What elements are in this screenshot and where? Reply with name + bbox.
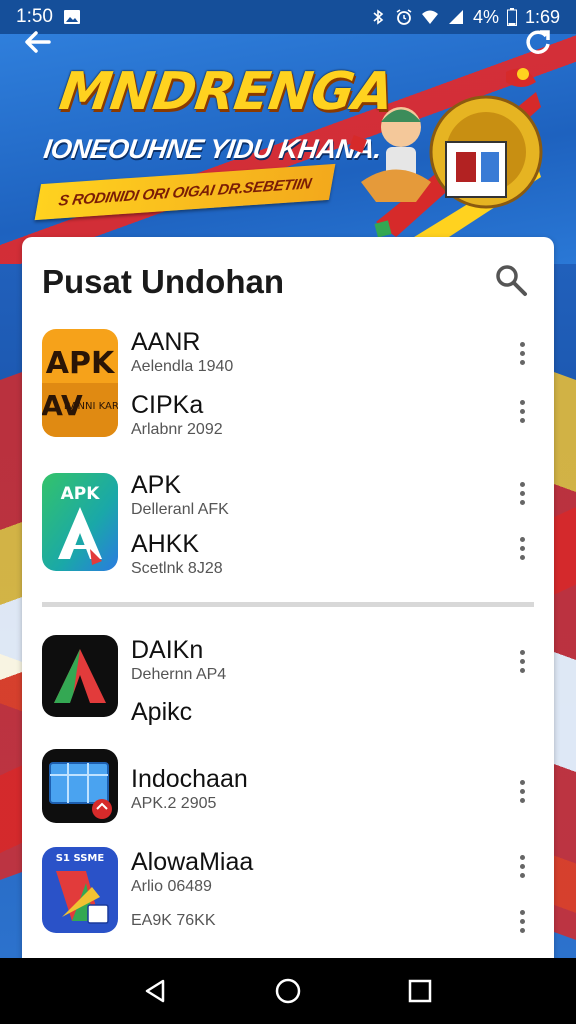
list-item[interactable]: AlowaMiaa Arlio 06489 — [131, 847, 253, 897]
nav-back-button[interactable] — [136, 971, 176, 1011]
entry-name: AlowaMiaa — [131, 848, 254, 876]
entry-name: Indochaan — [131, 765, 248, 793]
section-divider — [42, 602, 534, 607]
apk-green-icon: APK — [42, 473, 118, 571]
card-header: Pusat Undohan — [22, 237, 554, 325]
header-banner: MNDRENGA IONEOUHNE YIDU KHANA. S RODINID… — [0, 34, 576, 264]
nav-back-icon — [145, 979, 165, 1003]
back-arrow-icon — [25, 31, 51, 53]
app-icon-dark-a[interactable] — [42, 635, 118, 717]
apk-green-label: APK — [61, 484, 101, 504]
app-icon-colorful[interactable]: S1 SSME — [42, 847, 118, 933]
entry-name: AANR — [131, 328, 201, 356]
wifi-icon — [421, 10, 438, 24]
list-item[interactable]: CIPKa Arlabnr 2092 — [131, 390, 223, 440]
signal-icon — [448, 10, 463, 24]
entry-meta: Scetlnk 8J28 — [131, 560, 223, 577]
gallery-icon — [63, 10, 80, 24]
more-vert-icon[interactable] — [512, 777, 532, 805]
blue-window-icon — [42, 749, 118, 823]
entry-name: APK — [131, 471, 182, 499]
entry-meta: Arlio 06489 — [131, 878, 212, 895]
banner-ribbon: S RODINIDI ORI OIGAI DR.SEBETIIN — [34, 163, 336, 221]
entry-meta: Dehernn AP4 — [131, 666, 227, 683]
status-bar: 1:50 4% 1:69 — [0, 0, 576, 34]
page-title: Pusat Undohan — [42, 263, 285, 300]
dark-a-icon — [42, 635, 118, 717]
battery-icon — [506, 8, 517, 26]
app-icon-apk-orange[interactable]: APK AV BANNI KARAR — [42, 329, 118, 437]
entry-name: Apikc — [131, 698, 193, 726]
more-vert-icon[interactable] — [512, 339, 532, 367]
download-center-card: Pusat Undohan APK AV BANNI KARAR .card .… — [22, 237, 554, 977]
apk-orange-icon: APK AV BANNI KARAR — [42, 329, 118, 437]
bluetooth-icon — [373, 9, 384, 25]
list-item[interactable]: AHKK Scetlnk 8J28 — [131, 529, 223, 579]
colorful-icon: S1 SSME — [42, 847, 118, 933]
refresh-icon — [526, 30, 550, 54]
more-vert-icon[interactable] — [512, 534, 532, 562]
list-item[interactable]: DAIKn Dehernn AP4 — [131, 635, 226, 685]
entry-meta: APK.2 2905 — [131, 795, 217, 812]
list-item[interactable]: Indochaan APK.2 2905 — [131, 764, 248, 814]
refresh-button[interactable] — [520, 24, 556, 60]
app-icon-apk-green[interactable]: APK — [42, 473, 118, 571]
banner-subtitle: IONEOUHNE YIDU KHANA. — [41, 134, 384, 164]
entry-meta: Arlabnr 2092 — [131, 421, 223, 438]
search-icon — [496, 265, 527, 296]
list-item[interactable]: Apikc — [131, 697, 192, 727]
search-button[interactable] — [494, 263, 528, 297]
more-vert-icon[interactable] — [512, 397, 532, 425]
entry-meta: EA9K 76KK — [131, 912, 216, 929]
list-item[interactable]: AANR Aelendla 1940 — [131, 327, 233, 377]
nav-recents-button[interactable] — [400, 971, 440, 1011]
nav-recents-icon — [408, 979, 432, 1003]
more-vert-icon[interactable] — [512, 479, 532, 507]
entry-name: AHKK — [131, 530, 200, 558]
mascot-illustration — [349, 68, 543, 252]
colorful-icon-label: S1 SSME — [56, 853, 105, 864]
alarm-icon — [396, 9, 412, 25]
more-vert-icon[interactable] — [512, 907, 532, 935]
entry-name: CIPKa — [131, 391, 204, 419]
list-item[interactable]: APK Delleranl AFK — [131, 470, 229, 520]
app-icon-blue-window[interactable] — [42, 749, 118, 823]
back-button[interactable] — [20, 24, 56, 60]
battery-percent: 4% — [472, 6, 499, 27]
more-vert-icon[interactable] — [512, 852, 532, 880]
apk-orange-caption: BANNI KARAR — [64, 401, 118, 412]
entry-meta: Delleranl AFK — [131, 501, 229, 518]
system-nav-bar — [0, 958, 576, 1024]
nav-home-icon — [275, 978, 301, 1004]
apk-orange-label: APK — [46, 346, 116, 381]
banner-ribbon-text: S RODINIDI ORI OIGAI DR.SEBETIIN — [57, 174, 313, 210]
entry-name: DAIKn — [131, 636, 204, 664]
more-vert-icon[interactable] — [512, 647, 532, 675]
list-item[interactable]: EA9K 76KK — [131, 911, 216, 931]
entry-meta: Aelendla 1940 — [131, 358, 234, 375]
nav-home-button[interactable] — [268, 971, 308, 1011]
